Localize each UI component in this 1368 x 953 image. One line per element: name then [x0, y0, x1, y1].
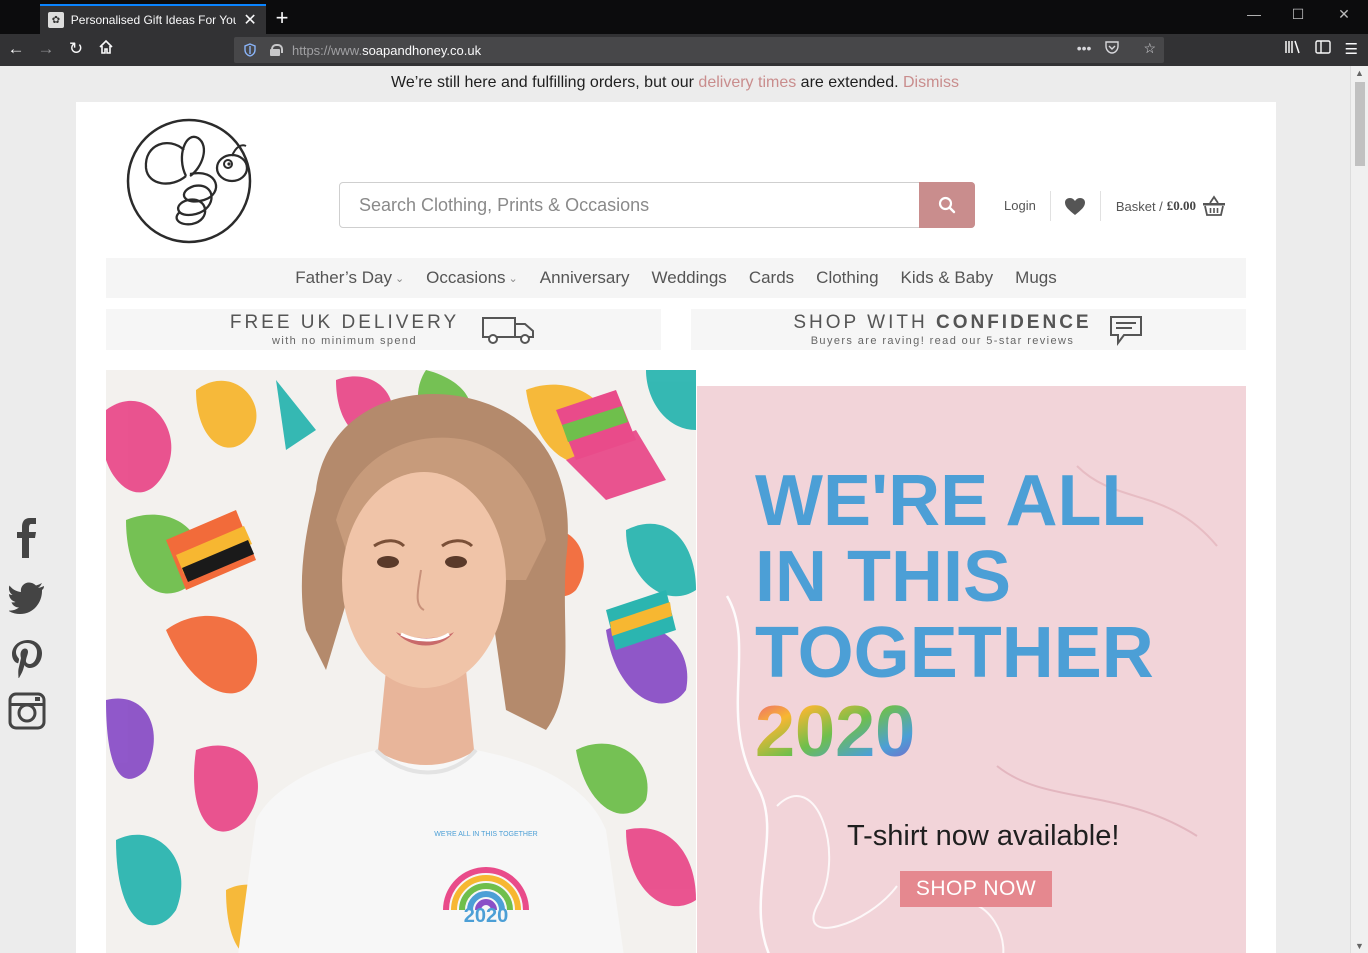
hero-tagline: T-shirt now available! — [847, 820, 1120, 852]
sidebar-icon[interactable] — [1314, 40, 1331, 58]
hero-banner[interactable]: 2020 WE'RE ALL IN THIS TOGETHER WE'RE AL… — [106, 370, 1246, 953]
hero-text-panel: WE'RE ALL IN THIS TOGETHER 2020 T-shirt … — [697, 386, 1246, 953]
pinterest-icon[interactable] — [6, 640, 48, 678]
forward-icon[interactable]: → — [35, 39, 57, 59]
shirt-year-text: 2020 — [464, 905, 509, 927]
nav-item-cards[interactable]: Cards — [738, 268, 805, 288]
header-account-area: Login Basket / £0.00 — [986, 188, 1226, 224]
nav-label: Weddings — [651, 268, 727, 287]
notice-text-after: are extended. — [796, 74, 903, 91]
nav-label: Anniversary — [539, 268, 630, 287]
delivery-subtitle: with no minimum spend — [272, 335, 417, 347]
nav-label: Mugs — [1015, 268, 1057, 287]
facebook-icon[interactable] — [6, 518, 48, 558]
svg-text:2020: 2020 — [755, 694, 915, 772]
hero-heading-line1: WE'RE ALL — [755, 461, 1146, 541]
library-icon[interactable] — [1284, 40, 1301, 58]
search-button[interactable] — [919, 182, 975, 228]
hero-heading-line2: IN THIS — [755, 537, 1012, 617]
window-close-icon[interactable]: ✕ — [1334, 6, 1354, 23]
minimize-icon[interactable]: — — [1244, 6, 1264, 22]
scroll-down-icon[interactable]: ▼ — [1355, 941, 1364, 951]
twitter-icon[interactable] — [6, 582, 48, 614]
page-content: Login Basket / £0.00 Father’s Day⌄ Occas… — [76, 102, 1276, 953]
heart-icon — [1065, 197, 1086, 215]
confidence-subtitle: Buyers are raving! read our 5-star revie… — [810, 335, 1075, 347]
page-actions-icon[interactable]: ••• — [1077, 40, 1092, 57]
basket-link[interactable]: Basket / £0.00 — [1101, 195, 1226, 217]
nav-label: Father’s Day — [295, 268, 392, 287]
delivery-times-link[interactable]: delivery times — [698, 74, 796, 91]
hero-year: 2020 — [755, 694, 915, 772]
site-favicon-icon: ✿ — [48, 12, 64, 28]
nav-item-mugs[interactable]: Mugs — [1004, 268, 1068, 288]
back-icon[interactable]: ← — [5, 39, 27, 59]
nav-item-fathers-day[interactable]: Father’s Day ⌄ — [284, 268, 415, 288]
pocket-icon[interactable] — [1105, 40, 1120, 57]
scroll-up-icon[interactable]: ▲ — [1355, 68, 1364, 78]
page-scrollbar[interactable]: ▲ ▼ — [1350, 66, 1368, 953]
delivery-notice: We’re still here and fulfilling orders, … — [0, 74, 1350, 92]
browser-toolbar: ← → ↻ https://www.soapandhoney.co.uk •••… — [0, 34, 1368, 66]
home-icon[interactable] — [95, 39, 117, 60]
url-text: https://www.soapandhoney.co.uk — [292, 42, 482, 58]
shirt-slogan-text: WE'RE ALL IN THIS TOGETHER — [434, 831, 537, 838]
nav-item-kids-baby[interactable]: Kids & Baby — [890, 268, 1005, 288]
search-bar — [339, 182, 975, 228]
page-viewport: We’re still here and fulfilling orders, … — [0, 66, 1350, 953]
main-navigation: Father’s Day ⌄ Occasions ⌄ Anniversary Wed… — [106, 258, 1246, 298]
scroll-thumb[interactable] — [1355, 82, 1365, 166]
shop-now-button[interactable]: SHOP NOW — [900, 871, 1052, 907]
shop-confidence-banner[interactable]: SHOP WITH CONFIDENCE Buyers are raving! … — [691, 309, 1246, 350]
confidence-title: SHOP WITH CONFIDENCE — [793, 312, 1092, 333]
reload-icon[interactable]: ↻ — [65, 39, 87, 59]
instagram-icon[interactable] — [6, 692, 48, 730]
tracking-shield-icon[interactable] — [244, 42, 258, 58]
dismiss-link[interactable]: Dismiss — [903, 74, 959, 91]
nav-label: Kids & Baby — [900, 268, 994, 287]
nav-item-clothing[interactable]: Clothing — [805, 268, 889, 288]
hero-model-photo: 2020 WE'RE ALL IN THIS TOGETHER — [106, 370, 696, 953]
chevron-down-icon: ⌄ — [508, 272, 518, 285]
maximize-icon[interactable]: ☐ — [1288, 6, 1308, 23]
site-logo[interactable] — [124, 116, 254, 246]
address-bar[interactable]: https://www.soapandhoney.co.uk ••• ☆ — [234, 37, 1164, 63]
nav-item-anniversary[interactable]: Anniversary — [529, 268, 641, 288]
close-tab-icon[interactable]: ✕ — [242, 10, 258, 30]
basket-icon — [1203, 195, 1226, 216]
search-input[interactable] — [340, 183, 910, 227]
nav-item-occasions[interactable]: Occasions ⌄ — [415, 268, 529, 288]
basket-amount: £0.00 — [1166, 198, 1197, 213]
nav-label: Occasions — [426, 268, 506, 287]
browser-tab[interactable]: ✿ Personalised Gift Ideas For You ✕ — [40, 4, 266, 34]
wishlist-button[interactable] — [1051, 191, 1101, 221]
delivery-van-icon — [482, 316, 535, 344]
tab-title: Personalised Gift Ideas For You — [70, 13, 237, 27]
delivery-title: FREE UK DELIVERY — [229, 312, 460, 333]
browser-tab-bar: ✿ Personalised Gift Ideas For You ✕ + — … — [0, 0, 1368, 34]
nav-label: Cards — [748, 268, 795, 287]
menu-icon[interactable]: ☰ — [1345, 40, 1358, 58]
bookmark-star-icon[interactable]: ☆ — [1143, 40, 1156, 57]
search-icon — [938, 196, 956, 214]
chevron-down-icon: ⌄ — [394, 272, 405, 285]
hero-heading-line3: TOGETHER — [755, 613, 1154, 693]
speech-bubble-icon — [1109, 315, 1142, 346]
nav-item-weddings[interactable]: Weddings — [641, 268, 738, 288]
notice-text: We’re still here and fulfilling orders, … — [391, 74, 699, 91]
free-delivery-banner[interactable]: FREE UK DELIVERY with no minimum spend — [106, 309, 661, 350]
nav-label: Clothing — [816, 268, 879, 287]
basket-label: Basket / — [1115, 198, 1163, 214]
lock-icon[interactable] — [270, 44, 283, 56]
login-link[interactable]: Login — [986, 191, 1051, 221]
new-tab-icon[interactable]: + — [270, 5, 294, 31]
